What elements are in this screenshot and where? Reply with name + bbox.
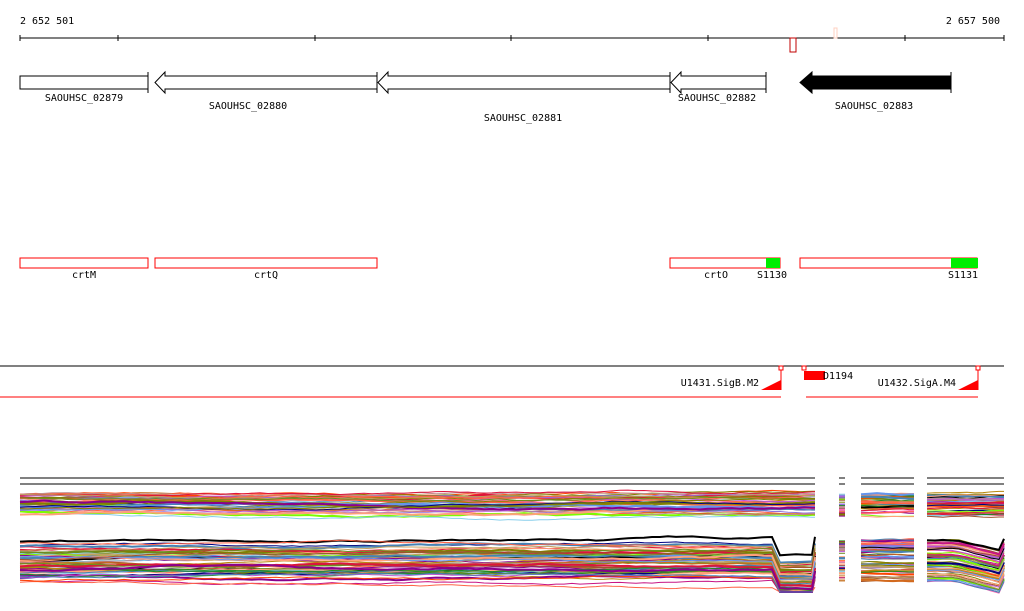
deletion-label: D1194 [823, 371, 853, 382]
terminator-marker [975, 365, 981, 371]
gene-SAOUHSC_02881[interactable]: SAOUHSC_02881 [377, 70, 671, 124]
coordinate-ruler: 2 652 501 2 657 500 [19, 16, 1005, 53]
gene-label: SAOUHSC_02882 [678, 93, 756, 104]
promoter-track: U1431.SigB.M2 D1194 U1432.SigA.M4 [0, 365, 1004, 398]
operon-track: crtM crtQ crtO S1130 S1131 [19, 257, 978, 281]
expression-trace [860, 565, 914, 568]
expression-trace [926, 490, 1004, 494]
promoter-U1431[interactable]: U1431.SigB.M2 [681, 365, 784, 390]
expression-profiles [19, 477, 1005, 594]
gene-SAOUHSC_02880[interactable]: SAOUHSC_02880 [154, 70, 378, 112]
promoter-ramp-icon [958, 380, 978, 390]
sigma-site-S1130[interactable] [766, 258, 780, 268]
operon-crtQ[interactable]: crtQ [154, 257, 378, 281]
expression-trace [860, 555, 914, 559]
position-marker[interactable] [789, 37, 797, 53]
gene-label: SAOUHSC_02881 [484, 113, 562, 124]
terminator-marker [801, 365, 807, 371]
expression-trace [860, 543, 914, 546]
deletion-D1194[interactable]: D1194 [804, 371, 853, 382]
operon-label: crtQ [254, 270, 278, 281]
expression-trace [19, 573, 816, 593]
sigma-site-label: S1131 [948, 270, 978, 281]
operon-crtM[interactable]: crtM [19, 257, 149, 281]
genome-browser-canvas: 2 652 501 2 657 500 SAOUHSC_02879 SAOUHS… [0, 16, 1005, 594]
gene-SAOUHSC_02883[interactable]: SAOUHSC_02883 [799, 70, 952, 112]
expression-trace [861, 550, 914, 553]
expression-trace [19, 580, 816, 593]
ruler-start-label: 2 652 501 [20, 16, 74, 27]
gene-label: SAOUHSC_02879 [45, 93, 123, 104]
gene-track: SAOUHSC_02879 SAOUHSC_02880 SAOUHSC_0288… [19, 70, 952, 124]
promoter-ramp-icon [761, 380, 781, 390]
gene-SAOUHSC_02879[interactable]: SAOUHSC_02879 [19, 72, 149, 104]
promoter-label: U1431.SigB.M2 [681, 378, 759, 389]
gene-label: SAOUHSC_02883 [835, 101, 913, 112]
operon-unnamed[interactable]: S1131 [799, 257, 978, 281]
sigma-site-S1131[interactable] [951, 258, 978, 268]
promoter-label: U1432.SigA.M4 [878, 378, 956, 389]
terminator-marker [778, 365, 784, 371]
operon-crtO[interactable]: crtO S1130 [669, 257, 787, 281]
ruler-end-label: 2 657 500 [946, 16, 1000, 27]
sigma-site-label: S1130 [757, 270, 787, 281]
operon-label: crtO [704, 270, 728, 281]
gene-label: SAOUHSC_02880 [209, 101, 287, 112]
expression-trace [860, 515, 914, 518]
operon-label: crtM [72, 270, 96, 281]
gene-SAOUHSC_02882[interactable]: SAOUHSC_02882 [670, 70, 767, 104]
position-marker-faint[interactable] [833, 27, 838, 39]
promoter-U1432[interactable]: U1432.SigA.M4 [878, 365, 981, 390]
